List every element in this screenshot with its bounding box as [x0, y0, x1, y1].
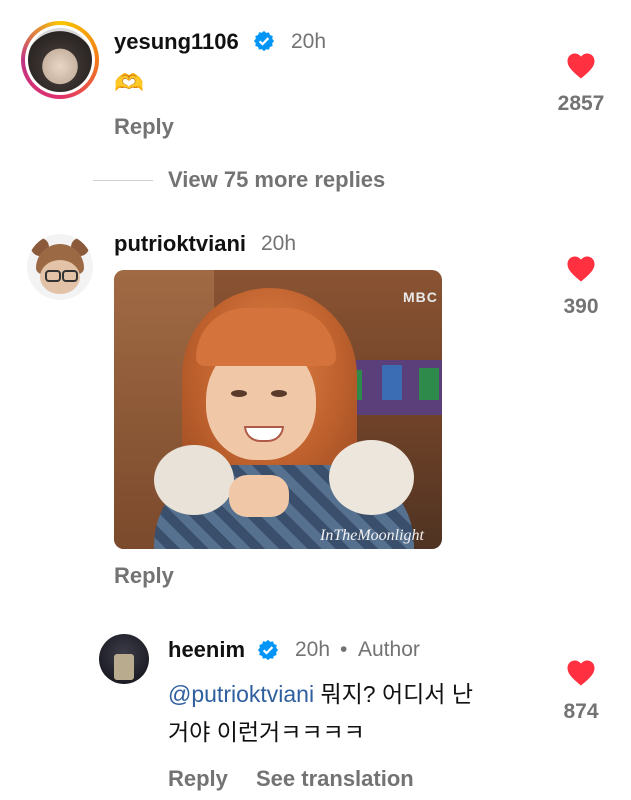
gif-attachment[interactable]: MBC InTheMoonlight [114, 270, 442, 549]
verified-badge-icon [257, 639, 279, 661]
heart-hands-emoji: 🫶 [114, 70, 144, 97]
verified-badge-icon [253, 30, 275, 52]
gif-watermark-top: MBC [403, 289, 438, 305]
comment-timestamp: 20h [261, 232, 297, 255]
like-count: 874 [563, 700, 599, 723]
reply-text-line1: 뭐지? 어디서 난 [314, 681, 474, 707]
dot-separator: • [340, 638, 348, 661]
like-heart-icon[interactable] [566, 52, 596, 79]
avatar [28, 28, 92, 92]
reply-button[interactable]: Reply [114, 114, 174, 140]
like-count: 2857 [557, 92, 605, 115]
gif-watermark-bottom: InTheMoonlight [320, 527, 424, 544]
like-heart-icon[interactable] [566, 255, 596, 282]
comment-username[interactable]: putrioktviani [114, 231, 246, 257]
author-badge: Author [358, 638, 420, 661]
reply-button[interactable]: Reply [114, 563, 174, 589]
comment-username[interactable]: yesung1106 [114, 29, 239, 55]
avatar[interactable] [99, 634, 149, 684]
reply-timestamp: 20h [295, 638, 331, 661]
replies-divider-line [93, 180, 153, 181]
like-heart-icon[interactable] [566, 659, 596, 686]
comment-timestamp: 20h [291, 30, 327, 53]
avatar-story-ring[interactable] [21, 21, 99, 99]
reply-button[interactable]: Reply [168, 766, 228, 792]
reply-text: @putrioktviani 뭐지? 어디서 난 거야 이런거ㅋㅋㅋㅋ [168, 675, 548, 751]
like-count: 390 [563, 295, 599, 318]
avatar[interactable] [27, 234, 93, 300]
view-more-replies-button[interactable]: View 75 more replies [168, 167, 385, 193]
see-translation-button[interactable]: See translation [256, 766, 414, 792]
reply-text-line2: 거야 이런거ㅋㅋㅋㅋ [168, 719, 365, 745]
reply-username[interactable]: heenim [168, 637, 245, 663]
mention-link[interactable]: @putrioktviani [168, 681, 314, 707]
